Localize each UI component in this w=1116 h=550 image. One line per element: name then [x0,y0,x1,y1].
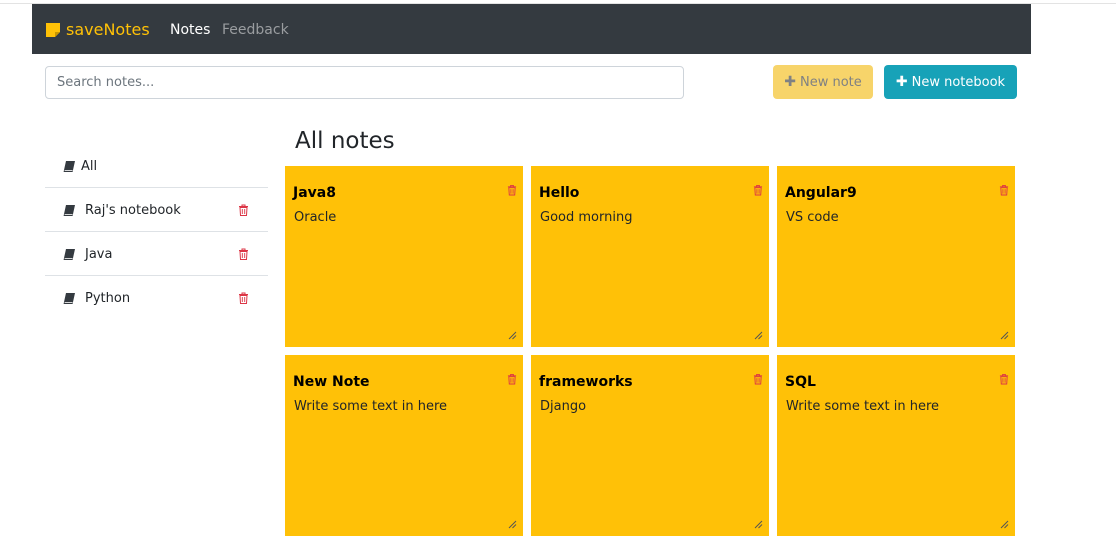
resize-grip-icon[interactable] [508,331,517,340]
sidebar-item-rajs-notebook[interactable]: Raj's notebook [45,188,268,232]
nav-feedback[interactable]: Feedback [222,20,289,40]
sidebar-item-label: All [81,159,98,174]
note-body[interactable]: VS code [786,209,839,227]
resize-grip-icon[interactable] [754,331,763,340]
note-body[interactable]: Write some text in here [786,398,939,416]
trash-icon[interactable] [238,248,249,260]
note-body[interactable]: Django [540,398,586,416]
book-icon [63,293,75,304]
resize-grip-icon[interactable] [508,520,517,529]
new-note-label: New note [799,74,862,90]
note-title[interactable]: Angular9 [785,184,857,202]
page-title: All notes [295,128,395,154]
note-card[interactable]: Java8 Oracle [285,166,523,347]
sidebar-item-label: Raj's notebook [85,203,181,218]
note-title[interactable]: frameworks [539,373,633,391]
trash-icon[interactable] [238,292,249,304]
note-title[interactable]: Java8 [293,184,336,202]
note-card[interactable]: Angular9 VS code [777,166,1015,347]
note-title[interactable]: SQL [785,373,816,391]
trash-icon[interactable] [238,204,249,216]
note-body[interactable]: Write some text in here [294,398,447,416]
note-body[interactable]: Good morning [540,209,632,227]
plus-icon: ✚ [784,74,796,90]
note-body[interactable]: Oracle [294,209,336,227]
resize-grip-icon[interactable] [1000,331,1009,340]
search-input[interactable] [45,66,684,99]
sidebar-item-label: Python [85,291,131,306]
brand-name: saveNotes [66,20,150,39]
navbar: saveNotes Notes Feedback [32,4,1031,54]
sidebar-item-python[interactable]: Python [45,276,268,320]
new-note-button[interactable]: ✚ New note [773,65,873,99]
nav-notes[interactable]: Notes [170,20,210,40]
note-card[interactable]: SQL Write some text in here [777,355,1015,536]
book-icon [63,161,75,172]
sidebar-item-all[interactable]: All [45,144,268,188]
notebook-sidebar: All Raj's notebook Java Python [45,144,268,320]
trash-icon[interactable] [507,184,517,196]
sidebar-item-java[interactable]: Java [45,232,268,276]
note-title[interactable]: Hello [539,184,579,202]
brand[interactable]: saveNotes [45,19,150,41]
note-icon [46,23,60,37]
resize-grip-icon[interactable] [754,520,763,529]
plus-icon: ✚ [895,74,908,90]
sidebar-item-label: Java [85,247,113,262]
trash-icon[interactable] [507,373,517,385]
trash-icon[interactable] [999,184,1009,196]
note-title[interactable]: New Note [293,373,370,391]
note-card[interactable]: frameworks Django [531,355,769,536]
new-notebook-label: New notebook [911,74,1006,90]
new-notebook-button[interactable]: ✚ New notebook [884,65,1017,99]
trash-icon[interactable] [753,184,763,196]
book-icon [63,205,75,216]
note-card[interactable]: New Note Write some text in here [285,355,523,536]
trash-icon[interactable] [753,373,763,385]
note-card[interactable]: Hello Good morning [531,166,769,347]
trash-icon[interactable] [999,373,1009,385]
book-icon [63,249,75,260]
resize-grip-icon[interactable] [1000,520,1009,529]
